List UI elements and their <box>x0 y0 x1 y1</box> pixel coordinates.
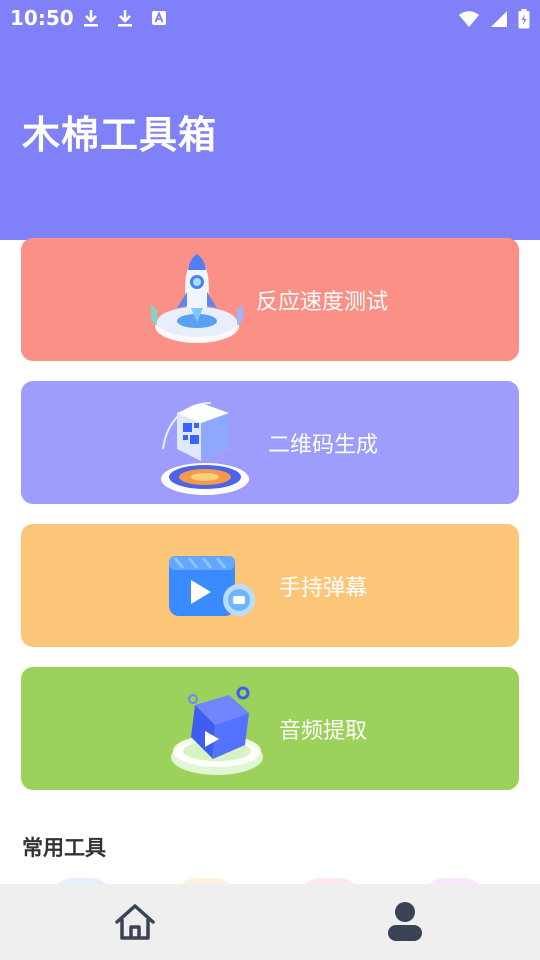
card-label: 音频提取 <box>279 719 368 744</box>
video-play-icon <box>169 556 255 616</box>
home-icon[interactable] <box>113 900 157 944</box>
common-tools-title: 常用工具 <box>22 836 106 860</box>
app-title: 木棉工具箱 <box>22 113 218 157</box>
wifi-icon <box>459 11 479 27</box>
status-bar: 10:50 <box>0 0 540 36</box>
user-icon[interactable] <box>383 900 427 944</box>
rocket-icon <box>151 254 243 343</box>
text-a-icon <box>152 11 166 25</box>
card-qr-generate[interactable]: 二维码生成 <box>21 381 519 504</box>
card-audio-extract[interactable]: 音频提取 <box>21 667 519 790</box>
signal-icon <box>491 11 507 27</box>
card-label: 二维码生成 <box>268 433 379 458</box>
download-icon <box>118 10 132 27</box>
bottom-nav <box>0 884 540 960</box>
audio-cube-icon <box>171 686 263 775</box>
card-label: 手持弹幕 <box>279 576 368 601</box>
feature-cards: 反应速度测试 二维码生成 手持弹幕 音频提取 <box>21 238 519 810</box>
download-icon <box>84 10 98 27</box>
card-reaction-test[interactable]: 反应速度测试 <box>21 238 519 361</box>
qr-code-icon <box>161 402 249 495</box>
battery-charging-icon <box>518 9 530 29</box>
card-handheld-danmaku[interactable]: 手持弹幕 <box>21 524 519 647</box>
status-time: 10:50 <box>10 6 74 30</box>
card-label: 反应速度测试 <box>256 290 389 315</box>
